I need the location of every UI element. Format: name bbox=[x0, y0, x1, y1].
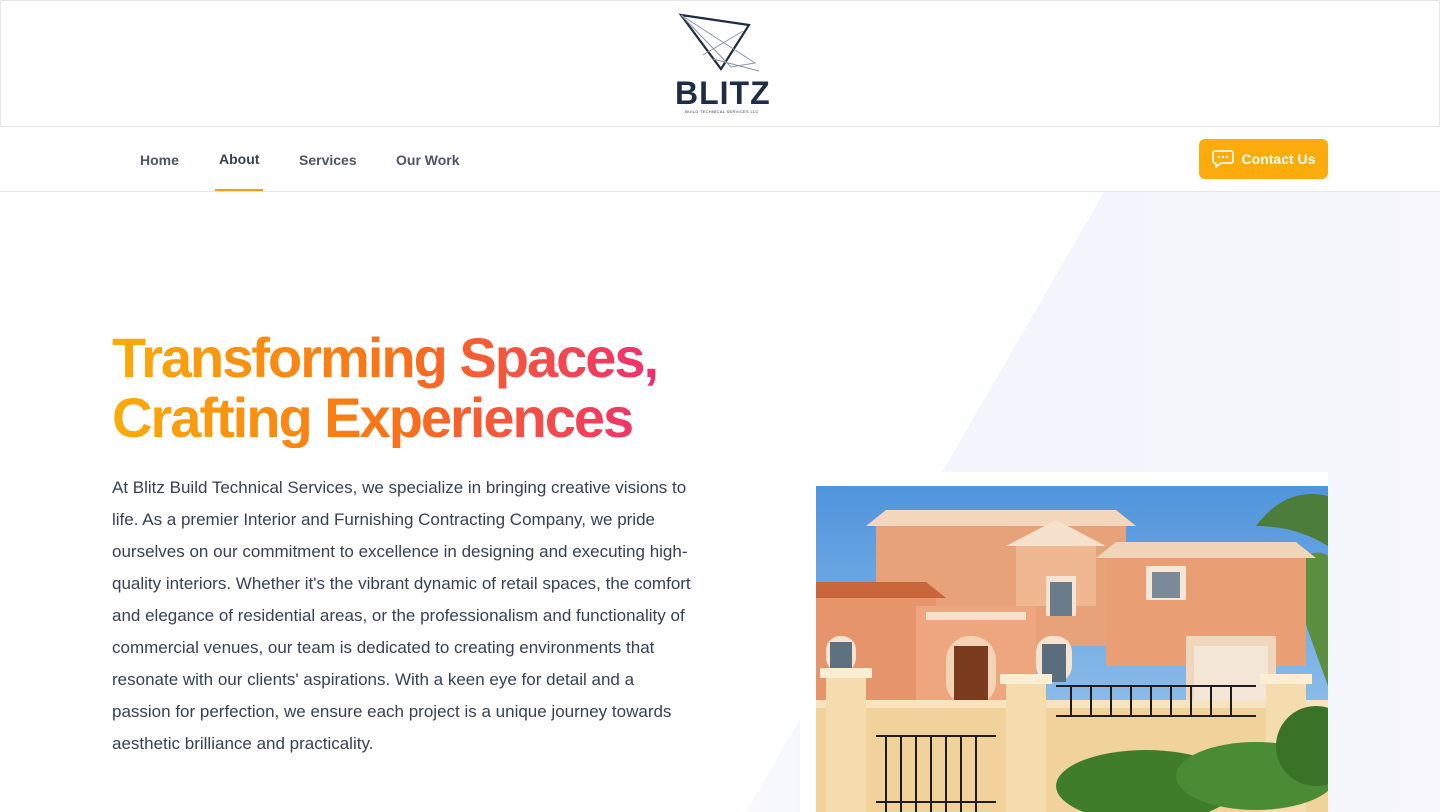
brand-logo[interactable]: BLITZ BUILD TECHNICAL SERVICES LLC bbox=[673, 11, 771, 117]
hero-title-line1: Transforming Spaces, bbox=[112, 326, 658, 389]
main-nav: Home About Services Our Work Contact Us bbox=[0, 127, 1440, 192]
brand-tagline: BUILD TECHNICAL SERVICES LLC bbox=[685, 109, 759, 114]
brand-name: BLITZ bbox=[675, 75, 771, 111]
nav-item-about[interactable]: About bbox=[214, 127, 264, 191]
chat-bubble-icon bbox=[1211, 150, 1234, 168]
logo-mark-icon bbox=[678, 13, 760, 72]
site-header: BLITZ BUILD TECHNICAL SERVICES LLC bbox=[0, 0, 1440, 127]
nav-item-home[interactable]: Home bbox=[140, 127, 179, 191]
hero-paragraph: At Blitz Build Technical Services, we sp… bbox=[112, 478, 691, 753]
hero-title: Transforming Spaces, Crafting Experience… bbox=[112, 328, 732, 448]
contact-us-button[interactable]: Contact Us bbox=[1199, 139, 1328, 179]
hero-title-line2: Crafting Experiences bbox=[112, 386, 633, 449]
contact-us-label: Contact Us bbox=[1241, 151, 1316, 167]
villa-illustration bbox=[816, 486, 1328, 812]
nav-item-our-work[interactable]: Our Work bbox=[396, 127, 460, 191]
nav-item-services[interactable]: Services bbox=[299, 127, 357, 191]
villa-photo bbox=[816, 486, 1328, 812]
